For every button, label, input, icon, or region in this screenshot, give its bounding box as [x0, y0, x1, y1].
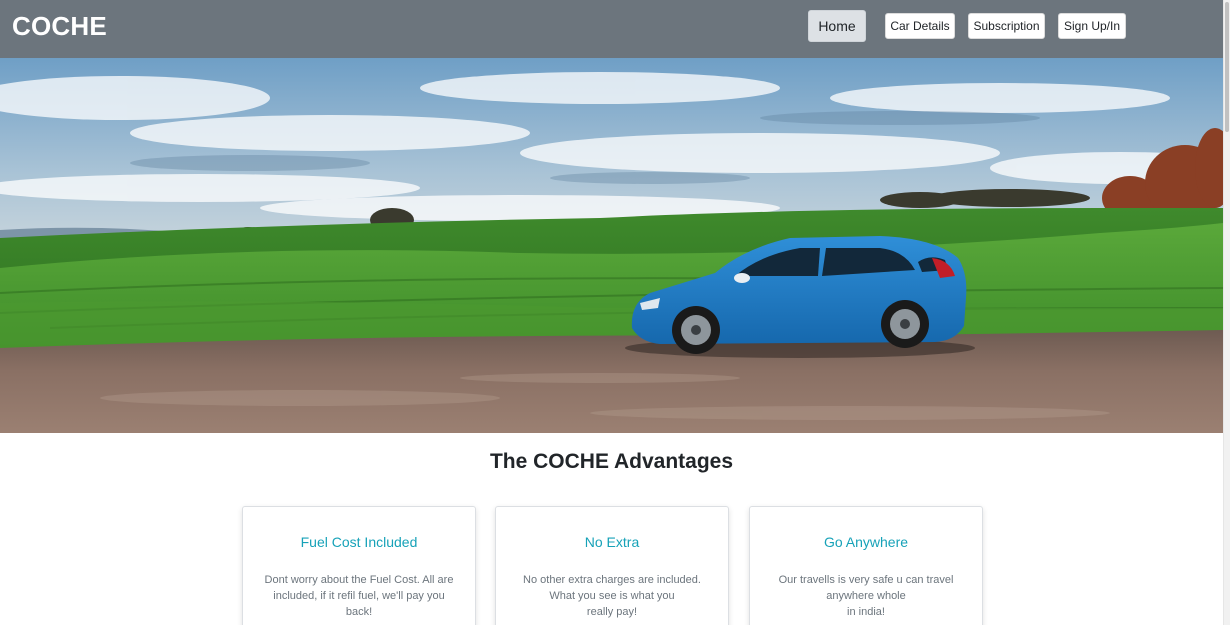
card-text-line: included, if it refil fuel, we'll pay yo…: [273, 590, 445, 602]
nav-subscription-button[interactable]: Subscription: [968, 13, 1045, 39]
advantage-card-no-extra: No Extra No other extra charges are incl…: [495, 506, 729, 625]
advantage-card-go-anywhere: Go Anywhere Our travells is very safe u …: [749, 506, 983, 625]
card-title: Go Anywhere: [823, 534, 909, 550]
card-title: No Extra: [584, 534, 640, 550]
nav-sign-up-in-button[interactable]: Sign Up/In: [1058, 13, 1126, 39]
page-scrollbar[interactable]: [1223, 0, 1230, 625]
card-text: No other extra charges are included. Wha…: [514, 572, 710, 620]
nav-car-details-button[interactable]: Car Details: [885, 13, 955, 39]
advantage-card-fuel: Fuel Cost Included Dont worry about the …: [242, 506, 476, 625]
advantages-title: The COCHE Advantages: [489, 450, 734, 473]
card-text-line: back!: [345, 606, 373, 618]
navbar: COCHE Home Car Details Subscription Sign…: [0, 0, 1223, 58]
card-text-line: No other extra charges are included.: [523, 574, 701, 586]
card-text-line: Our travells is very safe u can travel: [778, 574, 954, 586]
hero-illustration: [0, 58, 1223, 433]
hero-image: [0, 58, 1223, 433]
card-text-line: What you see is what you: [549, 590, 675, 602]
brand-logo[interactable]: COCHE: [12, 11, 107, 42]
card-text: Our travells is very safe u can travel a…: [768, 572, 964, 620]
card-title: Fuel Cost Included: [300, 534, 418, 550]
card-text-line: Dont worry about the Fuel Cost. All are: [264, 574, 454, 586]
card-text-line: in india!: [847, 606, 885, 618]
nav-home-button[interactable]: Home: [808, 10, 866, 42]
page: COCHE Home Car Details Subscription Sign…: [0, 0, 1223, 625]
card-text: Dont worry about the Fuel Cost. All are …: [261, 572, 457, 620]
scrollbar-thumb[interactable]: [1225, 2, 1229, 132]
card-text-line: really pay!: [586, 606, 638, 618]
card-text-line: anywhere whole: [826, 590, 906, 602]
